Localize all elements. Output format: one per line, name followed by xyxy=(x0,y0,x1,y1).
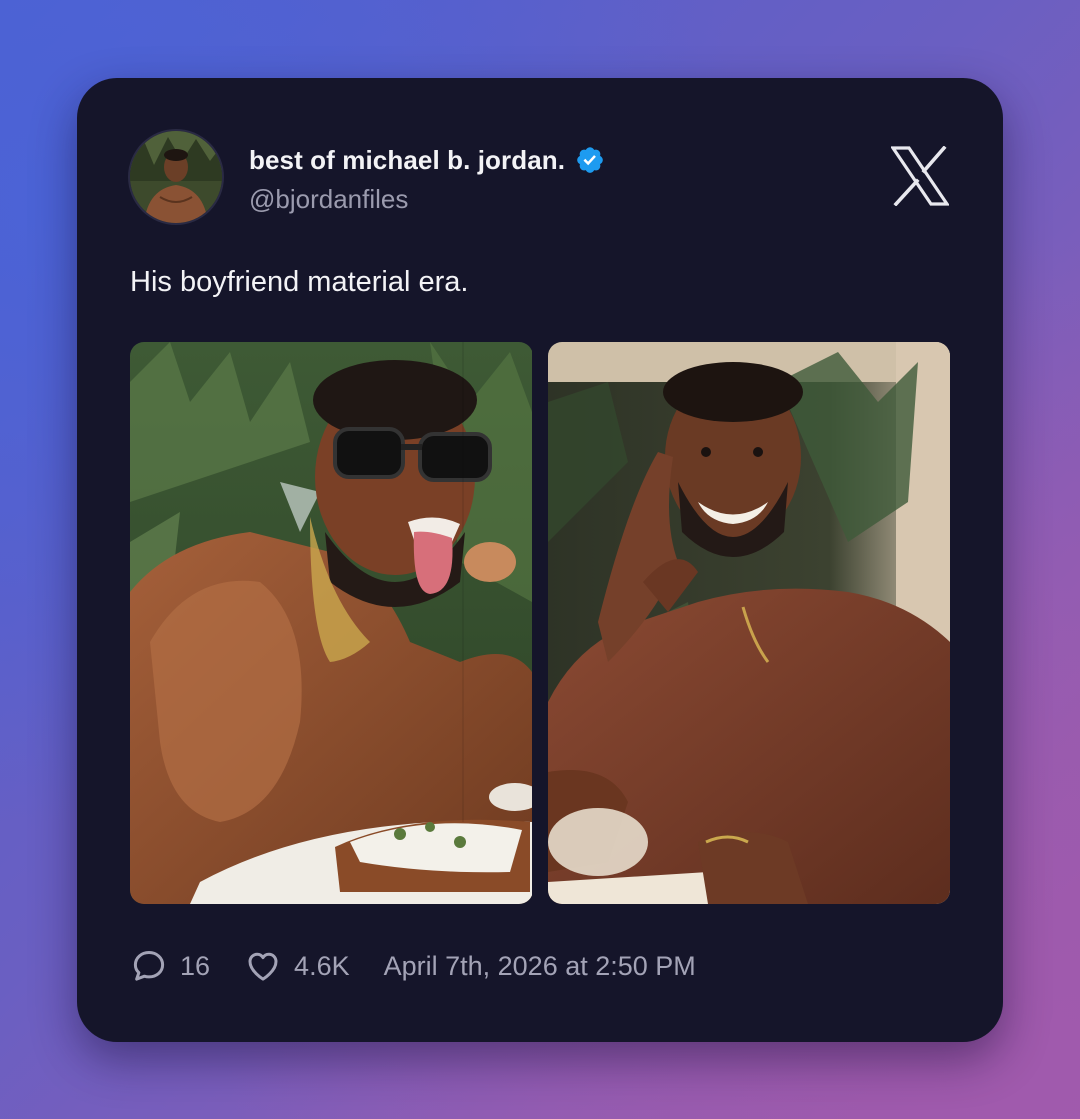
verified-badge-icon xyxy=(577,147,603,173)
media-grid xyxy=(130,342,950,904)
like-stat[interactable]: 4.6K xyxy=(244,947,350,985)
tweet-card: best of michael b. jordan. @bjordanfiles… xyxy=(77,78,1003,1042)
reply-stat[interactable]: 16 xyxy=(130,947,210,985)
photo-smiling-brown-shirt xyxy=(547,342,950,904)
reply-count: 16 xyxy=(180,950,211,981)
author-display-name[interactable]: best of michael b. jordan. xyxy=(249,145,565,176)
tweet-text: His boyfriend material era. xyxy=(130,266,469,298)
tweet-timestamp[interactable]: April 7th, 2026 at 2:50 PM xyxy=(384,951,696,982)
media-photo-1[interactable] xyxy=(130,342,533,904)
reply-icon xyxy=(133,951,165,981)
heart-icon xyxy=(248,952,278,981)
avatar-image xyxy=(130,131,222,223)
x-logo-icon[interactable] xyxy=(891,146,949,206)
tweet-footer: 16 4.6K April 7th, 2026 at 2:50 PM xyxy=(130,944,696,988)
like-count: 4.6K xyxy=(294,950,350,981)
media-photo-2[interactable] xyxy=(547,342,951,904)
author-handle[interactable]: @bjordanfiles xyxy=(249,184,408,215)
author-name-row: best of michael b. jordan. xyxy=(249,142,605,178)
photo-sunglasses-tongue-out xyxy=(130,342,532,904)
avatar[interactable] xyxy=(130,131,222,223)
